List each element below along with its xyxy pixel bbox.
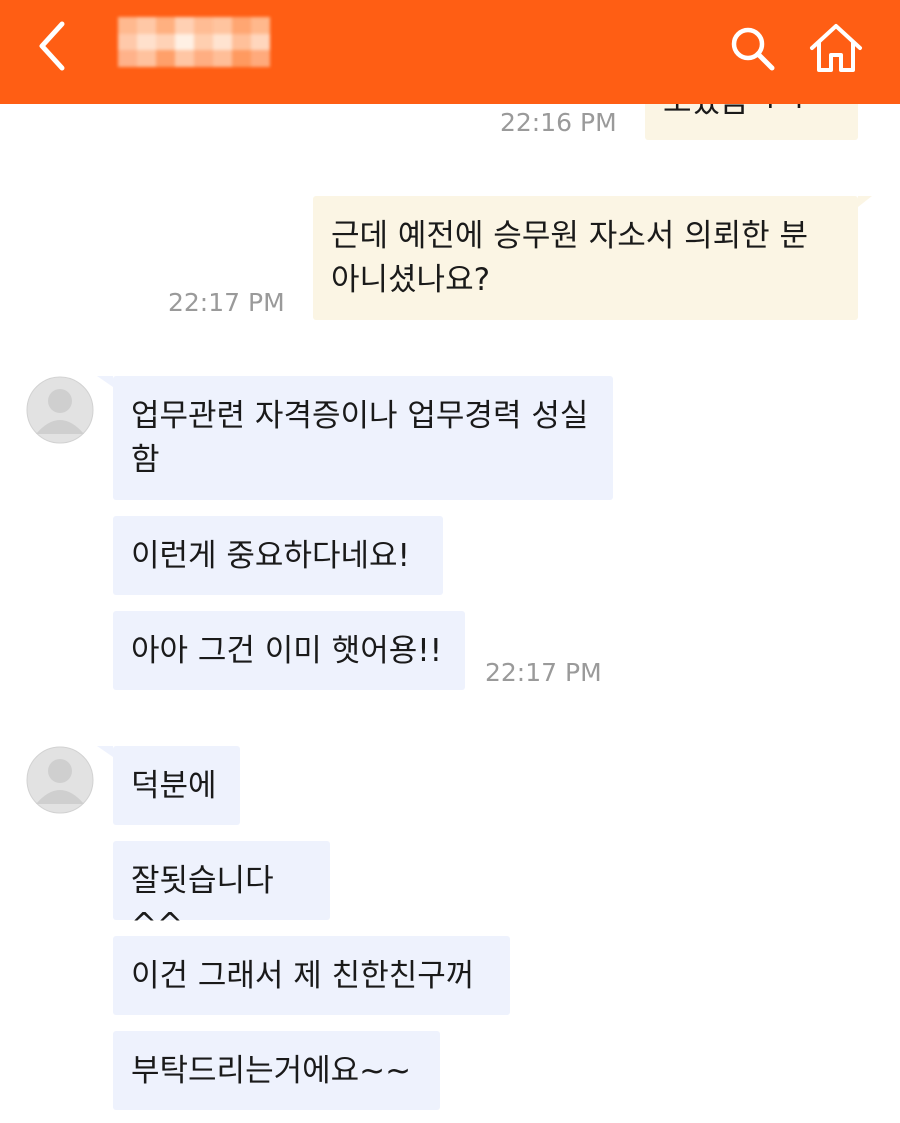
message-timestamp: 22:17 PM — [485, 658, 602, 687]
message-bubble-mine[interactable]: 근데 예전에 승무원 자소서 의뢰한 분 아니셨나요? — [313, 196, 858, 320]
message-bubble-theirs[interactable]: 이건 그래서 제 친한친구꺼 — [113, 936, 510, 1015]
home-button[interactable] — [808, 22, 864, 74]
message-text: 부탁드리는거에요~~ — [131, 1053, 412, 1089]
message-bubble-theirs[interactable]: 이런게 중요하다네요! — [113, 516, 443, 595]
home-icon — [810, 24, 862, 72]
message-text: 모였음ㅋㅋ — [663, 104, 806, 120]
message-text: 잘됫습니다^^ — [131, 863, 274, 943]
avatar[interactable] — [26, 746, 94, 814]
message-timestamp: 22:16 PM — [500, 108, 617, 137]
message-text: 아아 그건 이미 햇어용!! — [131, 633, 443, 669]
message-text: 업무관련 자격증이나 업무경력 성실함 — [131, 398, 589, 478]
chat-title-redacted — [118, 17, 270, 67]
message-bubble-theirs[interactable]: 아아 그건 이미 햇어용!! — [113, 611, 465, 690]
message-bubble-mine[interactable]: 모였음ㅋㅋ — [645, 104, 858, 140]
default-avatar-icon — [26, 746, 94, 814]
message-text: 덕분에 — [131, 768, 217, 804]
avatar[interactable] — [26, 376, 94, 444]
message-bubble-theirs[interactable]: 덕분에 — [113, 746, 240, 825]
message-bubble-theirs[interactable]: 업무관련 자격증이나 업무경력 성실함 — [113, 376, 613, 500]
message-text: 이런게 중요하다네요! — [131, 538, 410, 574]
top-bar — [0, 0, 900, 104]
bubble-tail — [97, 746, 113, 757]
message-text: 근데 예전에 승무원 자소서 의뢰한 분 아니셨나요? — [331, 218, 809, 298]
default-avatar-icon — [26, 376, 94, 444]
message-timestamp: 22:17 PM — [168, 288, 285, 317]
back-button[interactable] — [30, 18, 80, 74]
message-bubble-theirs[interactable]: 잘됫습니다^^ — [113, 841, 330, 943]
message-bubble-theirs[interactable]: 부탁드리는거에요~~ — [113, 1031, 440, 1110]
bubble-tail — [858, 196, 872, 207]
chevron-left-icon — [39, 21, 65, 71]
message-text: 이건 그래서 제 친한친구꺼 — [131, 958, 475, 994]
chat-area[interactable]: 모였음ㅋㅋ 22:16 PM 근데 예전에 승무원 자소서 의뢰한 분 아니셨나… — [0, 104, 900, 1123]
search-icon — [731, 27, 775, 71]
search-button[interactable] — [728, 24, 778, 74]
bubble-tail — [97, 376, 113, 387]
